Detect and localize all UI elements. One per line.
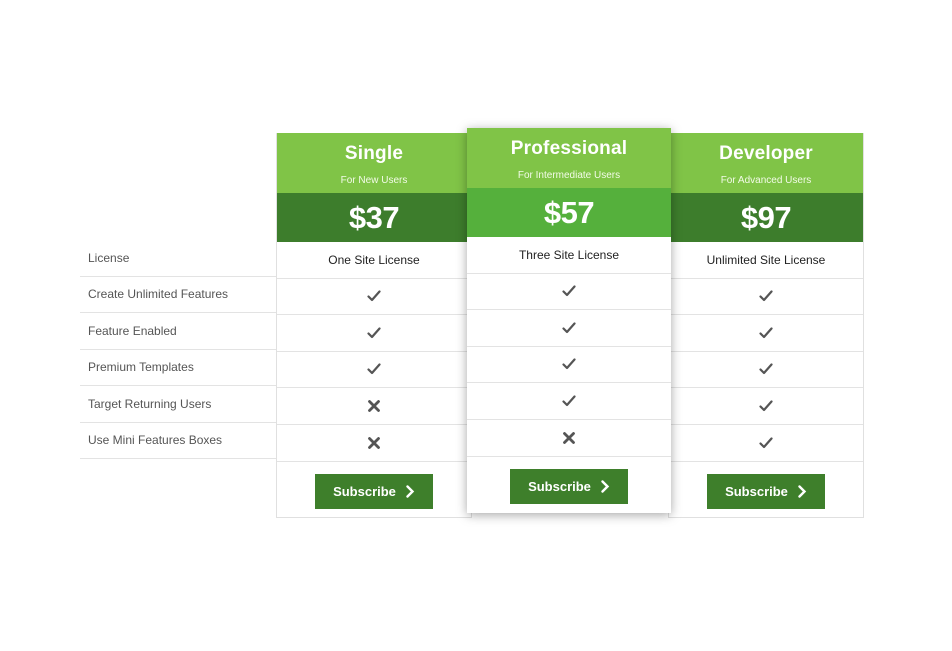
plan-price: $57 [467, 188, 671, 237]
feature-row: Feature Enabled [80, 313, 277, 350]
feature-mark-cell [467, 420, 671, 457]
feature-label: Feature Enabled [88, 323, 177, 338]
plan-footer: Subscribe [669, 461, 863, 520]
feature-mark-cell [277, 352, 471, 388]
chevron-right-icon [406, 484, 415, 498]
feature-label: Use Mini Features Boxes [88, 433, 223, 448]
plan-footer: Subscribe [467, 456, 671, 515]
feature-mark-cell [467, 274, 671, 310]
checkmark-icon [367, 290, 381, 302]
feature-mark-cell [277, 279, 471, 315]
checkmark-icon [759, 327, 773, 338]
license-cell: Unlimited Site License [669, 242, 863, 279]
plan-header: Developer For Advanced Users [669, 133, 863, 193]
checkmark-icon [562, 322, 576, 333]
checkmark-icon [759, 363, 773, 375]
plan-footer: Subscribe [277, 461, 471, 520]
chevron-right-icon [798, 484, 807, 498]
plan-subtitle: For New Users [340, 175, 408, 186]
feature-label: Create Unlimited Features [88, 287, 229, 302]
plan-name: Single [344, 143, 404, 164]
feature-label: Premium Templates [88, 360, 194, 375]
checkmark-icon [759, 290, 773, 302]
cross-icon [368, 399, 380, 412]
feature-mark-cell [467, 383, 671, 420]
checkmark-icon [367, 363, 381, 375]
feature-mark-cell [467, 347, 671, 383]
feature-row: License [80, 240, 277, 277]
plan-price: $97 [669, 193, 863, 242]
feature-row: Target Returning Users [80, 386, 277, 423]
plan-card-developer: Developer For Advanced Users $97 Unlimit… [668, 133, 864, 518]
feature-row: Use Mini Features Boxes [80, 423, 277, 459]
feature-label: License [88, 250, 130, 265]
plan-card-single: Single For New Users $37 One Site Licens… [276, 133, 472, 518]
checkmark-icon [562, 358, 576, 370]
plan-price: $37 [277, 193, 471, 242]
checkmark-icon [562, 285, 576, 297]
feature-mark-cell [669, 388, 863, 425]
chevron-right-icon [601, 479, 610, 493]
plan-subtitle: For Advanced Users [720, 175, 812, 186]
feature-list: License Create Unlimited Features Featur… [80, 240, 277, 459]
subscribe-button[interactable]: Subscribe [315, 473, 433, 509]
plan-name: Professional [510, 138, 628, 159]
feature-mark-cell [669, 315, 863, 352]
checkmark-icon [759, 437, 773, 448]
subscribe-button-label: Subscribe [333, 483, 396, 499]
plan-card-professional: Professional For Intermediate Users $57 … [467, 128, 671, 513]
license-cell: One Site License [277, 242, 471, 279]
subscribe-button-label: Subscribe [725, 483, 788, 499]
plan-header: Single For New Users [277, 133, 471, 193]
feature-mark-cell [467, 310, 671, 347]
checkmark-icon [367, 327, 381, 338]
cross-icon [368, 436, 380, 449]
subscribe-button-label: Subscribe [528, 478, 591, 494]
plan-name: Developer [719, 143, 813, 164]
checkmark-icon [759, 400, 773, 411]
checkmark-icon [562, 395, 576, 406]
license-cell: Three Site License [467, 237, 671, 274]
plan-header: Professional For Intermediate Users [467, 128, 671, 188]
cross-icon [563, 431, 575, 444]
subscribe-button[interactable]: Subscribe [707, 473, 825, 509]
feature-mark-cell [277, 388, 471, 425]
feature-mark-cell [277, 315, 471, 352]
feature-row: Premium Templates [80, 350, 277, 386]
feature-label: Target Returning Users [88, 396, 212, 411]
subscribe-button[interactable]: Subscribe [510, 468, 628, 504]
feature-mark-cell [669, 279, 863, 315]
feature-mark-cell [669, 425, 863, 462]
plan-subtitle: For Intermediate Users [517, 170, 621, 181]
feature-mark-cell [277, 425, 471, 462]
feature-row: Create Unlimited Features [80, 277, 277, 313]
feature-mark-cell [669, 352, 863, 388]
